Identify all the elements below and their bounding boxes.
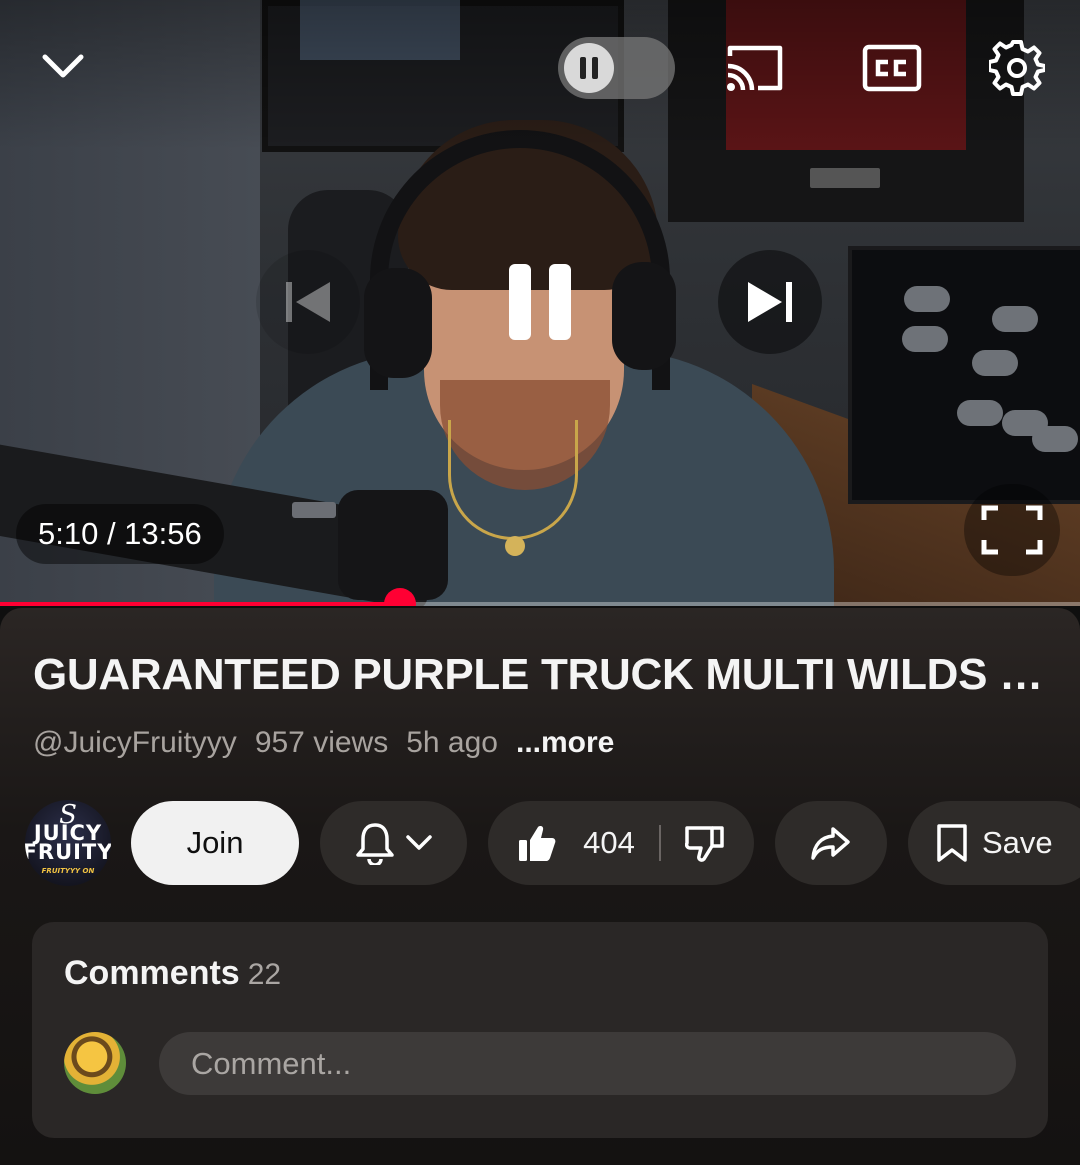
like-count[interactable]: 404 bbox=[583, 825, 635, 861]
previous-button[interactable] bbox=[256, 250, 360, 354]
notification-button[interactable] bbox=[320, 801, 467, 885]
comments-count: 22 bbox=[247, 958, 282, 991]
channel-handle[interactable]: @JuicyFruityyy bbox=[33, 726, 237, 760]
share-button[interactable] bbox=[775, 801, 887, 885]
join-button[interactable]: Join bbox=[131, 801, 299, 885]
chevron-down-icon bbox=[42, 54, 84, 78]
time-display: 5:10 / 13:56 bbox=[16, 504, 224, 564]
bookmark-icon bbox=[937, 824, 967, 862]
collapse-button[interactable] bbox=[30, 38, 96, 94]
more-link[interactable]: ...more bbox=[516, 726, 614, 760]
skip-next-icon bbox=[748, 282, 792, 322]
fullscreen-button[interactable] bbox=[964, 484, 1060, 576]
comments-heading: Comments 22 bbox=[64, 954, 281, 993]
like-divider bbox=[658, 825, 661, 861]
view-count: 957 views bbox=[254, 726, 389, 759]
bell-icon bbox=[355, 823, 394, 865]
avatar-line2: FRUITY bbox=[25, 839, 111, 864]
action-bar: S JUICY FRUITY FRUITYYY ON Join 404 Save bbox=[0, 800, 1080, 886]
save-label: Save bbox=[982, 825, 1053, 860]
captions-button[interactable] bbox=[860, 40, 924, 96]
comments-card[interactable]: Comments 22 bbox=[32, 922, 1048, 1138]
pause-icon bbox=[509, 264, 571, 340]
progress-fill bbox=[0, 602, 400, 606]
thumbs-up-icon[interactable] bbox=[517, 823, 557, 863]
thumbs-down-icon[interactable] bbox=[684, 823, 725, 863]
fullscreen-icon bbox=[981, 505, 1043, 555]
cast-icon bbox=[727, 45, 783, 91]
video-title[interactable]: GUARANTEED PURPLE TRUCK MULTI WILDS o... bbox=[33, 650, 1053, 700]
avatar-tagline: FRUITYYY ON bbox=[41, 866, 95, 875]
progress-bar[interactable] bbox=[0, 588, 1080, 606]
gear-icon bbox=[989, 40, 1045, 96]
settings-button[interactable] bbox=[986, 36, 1048, 100]
next-button[interactable] bbox=[718, 250, 822, 354]
cc-icon bbox=[862, 44, 922, 92]
upload-age: 5h ago bbox=[406, 726, 498, 759]
video-player[interactable]: 5:10 / 13:56 bbox=[0, 0, 1080, 606]
skip-previous-icon bbox=[286, 282, 330, 322]
play-pause-button[interactable] bbox=[488, 246, 592, 358]
share-icon bbox=[811, 827, 850, 860]
channel-avatar[interactable]: S JUICY FRUITY FRUITYYY ON bbox=[25, 800, 111, 886]
autoplay-toggle[interactable] bbox=[558, 37, 675, 99]
pause-icon bbox=[564, 43, 614, 93]
comment-input[interactable] bbox=[159, 1032, 1016, 1095]
user-avatar bbox=[64, 1032, 126, 1094]
comments-title: Comments bbox=[64, 954, 240, 992]
chevron-down-icon bbox=[405, 835, 432, 850]
like-dislike-group: 404 bbox=[488, 801, 754, 885]
video-metadata[interactable]: @JuicyFruityyy 957 views 5h ago ...more bbox=[33, 726, 614, 760]
save-button[interactable]: Save bbox=[908, 801, 1080, 885]
cast-button[interactable] bbox=[722, 40, 788, 96]
